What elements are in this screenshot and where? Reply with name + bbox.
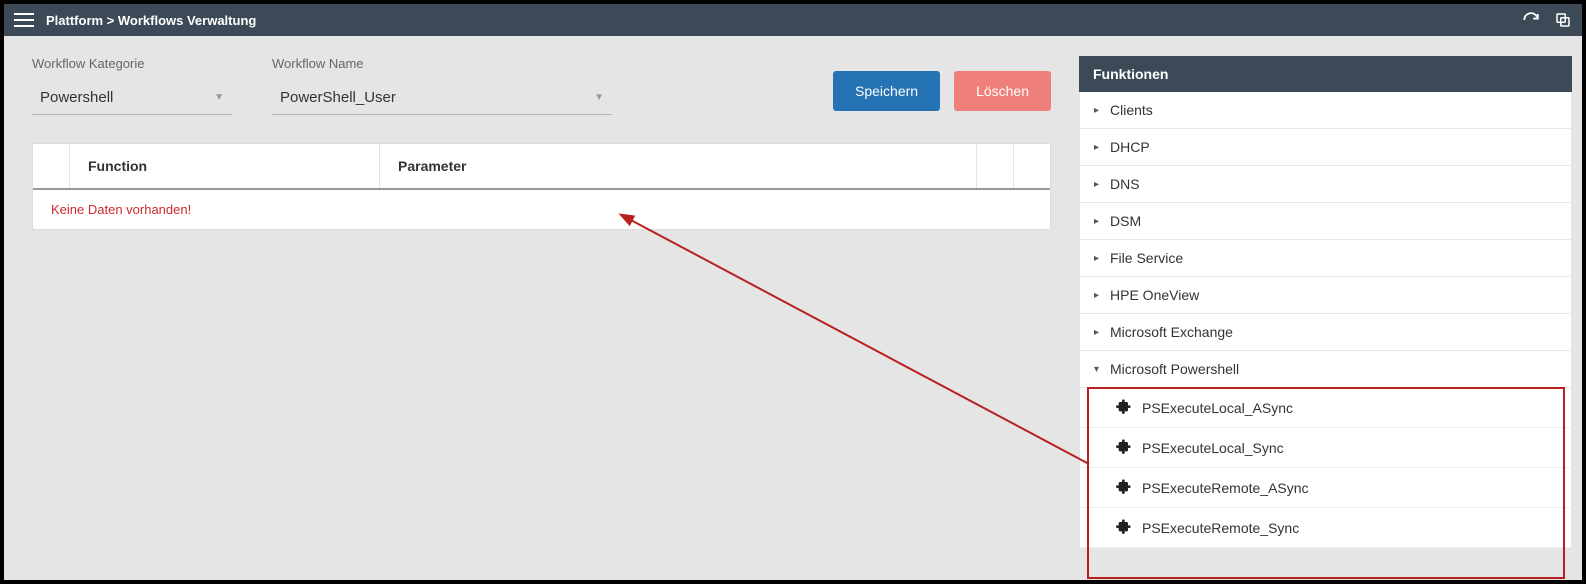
puzzle-icon: [1116, 438, 1132, 457]
chevron-right-icon: ▸: [1094, 179, 1102, 190]
category-value: Powershell: [40, 89, 113, 106]
functions-table: Function Parameter Keine Daten vorhanden…: [32, 143, 1051, 230]
save-button[interactable]: Speichern: [833, 71, 940, 111]
chevron-right-icon: ▸: [1094, 327, 1102, 338]
tree-node-label: Microsoft Powershell: [1110, 361, 1239, 377]
tree-leaf-label: PSExecuteRemote_Sync: [1142, 520, 1299, 536]
tree-node-label: DHCP: [1110, 139, 1150, 155]
table-empty-message: Keine Daten vorhanden!: [33, 190, 1050, 229]
tree-node-label: HPE OneView: [1110, 287, 1199, 303]
tree-leaf[interactable]: PSExecuteRemote_Sync: [1080, 508, 1571, 548]
name-label: Workflow Name: [272, 56, 612, 71]
tree-leaf[interactable]: PSExecuteLocal_Sync: [1080, 428, 1571, 468]
tree-node-label: File Service: [1110, 250, 1183, 266]
tree-node[interactable]: ▸ DSM: [1080, 203, 1571, 240]
col-action-1: [977, 144, 1014, 188]
chevron-right-icon: ▸: [1094, 142, 1102, 153]
puzzle-icon: [1116, 518, 1132, 537]
col-function: Function: [70, 144, 380, 188]
category-label: Workflow Kategorie: [32, 56, 232, 71]
chevron-right-icon: ▸: [1094, 290, 1102, 301]
tree-node[interactable]: ▾ Microsoft Powershell: [1080, 351, 1571, 388]
tree-node[interactable]: ▸ Clients: [1080, 92, 1571, 129]
tree-node-label: DSM: [1110, 213, 1141, 229]
chevron-right-icon: ▸: [1094, 253, 1102, 264]
tree-node[interactable]: ▸ DNS: [1080, 166, 1571, 203]
tree-node[interactable]: ▸ HPE OneView: [1080, 277, 1571, 314]
tree-leaf[interactable]: PSExecuteLocal_ASync: [1080, 388, 1571, 428]
topbar: Plattform > Workflows Verwaltung: [4, 4, 1582, 36]
tree-node-label: Clients: [1110, 102, 1153, 118]
tree-node-label: DNS: [1110, 176, 1140, 192]
puzzle-icon: [1116, 478, 1132, 497]
col-handle: [33, 144, 70, 188]
chevron-right-icon: ▸: [1094, 105, 1102, 116]
breadcrumb: Plattform > Workflows Verwaltung: [46, 13, 256, 28]
tree-leaf-label: PSExecuteRemote_ASync: [1142, 480, 1309, 496]
name-value: PowerShell_User: [280, 89, 396, 106]
functions-panel-header: Funktionen: [1079, 56, 1572, 92]
chevron-down-icon: ▾: [1094, 364, 1102, 375]
col-action-2: [1014, 144, 1050, 188]
chevron-right-icon: ▸: [1094, 216, 1102, 227]
chevron-down-icon: ▼: [214, 92, 224, 103]
puzzle-icon: [1116, 398, 1132, 417]
name-select[interactable]: PowerShell_User ▼: [272, 81, 612, 115]
chevron-down-icon: ▼: [594, 92, 604, 103]
tree-node[interactable]: ▸ File Service: [1080, 240, 1571, 277]
main-area: Workflow Kategorie Powershell ▼ Workflow…: [4, 56, 1079, 549]
category-select[interactable]: Powershell ▼: [32, 81, 232, 115]
delete-button[interactable]: Löschen: [954, 71, 1051, 111]
copy-icon[interactable]: [1554, 11, 1572, 29]
tree-node[interactable]: ▸ Microsoft Exchange: [1080, 314, 1571, 351]
tree-leaf[interactable]: PSExecuteRemote_ASync: [1080, 468, 1571, 508]
refresh-icon[interactable]: [1522, 11, 1540, 29]
functions-tree: ▸ Clients ▸ DHCP ▸ DNS ▸ DSM ▸ File Service ▸ HPE O…: [1079, 92, 1572, 549]
tree-node[interactable]: ▸ DHCP: [1080, 129, 1571, 166]
tree-node-label: Microsoft Exchange: [1110, 324, 1233, 340]
tree-leaf-label: PSExecuteLocal_Sync: [1142, 440, 1284, 456]
col-parameter: Parameter: [380, 144, 977, 188]
hamburger-icon[interactable]: [14, 13, 34, 27]
tree-leaf-label: PSExecuteLocal_ASync: [1142, 400, 1293, 416]
